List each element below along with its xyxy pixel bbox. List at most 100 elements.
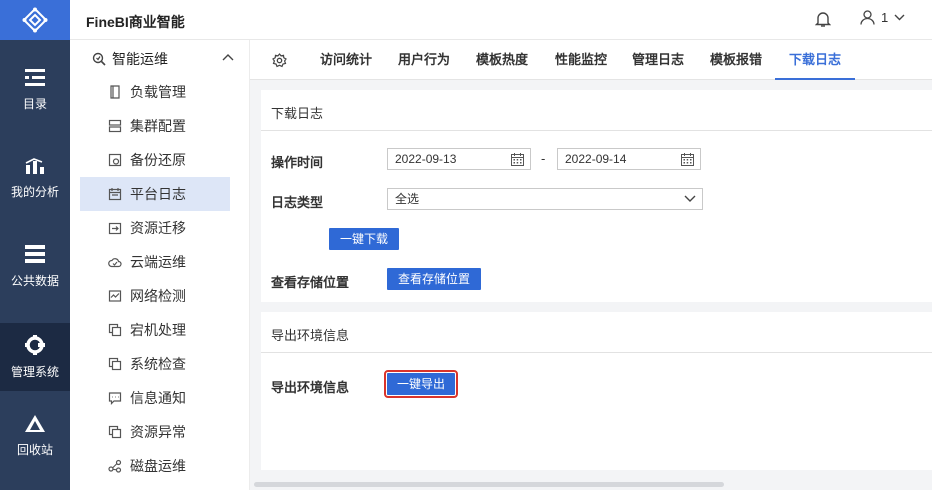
left-rail: 目录 我的分析 公共数据 管理系统 回收站 [0,0,70,490]
user-icon [860,10,875,25]
copy-icon [108,425,122,439]
tab-download-log[interactable]: 下载日志 [775,40,855,80]
subnav-label: 平台日志 [130,186,186,202]
export-env-card: 导出环境信息 导出环境信息 一键导出 [261,312,932,470]
divider [261,130,932,131]
directory-icon [25,68,45,86]
one-click-export-button[interactable]: 一键导出 [384,370,458,398]
subnav-item-resource-error[interactable]: 资源异常 [80,415,230,449]
copy-icon [108,357,122,371]
subnav-label: 资源迁移 [130,220,186,236]
subnav-item-load[interactable]: 负载管理 [80,75,230,109]
database-icon [25,244,45,263]
download-log-title: 下载日志 [271,106,324,121]
storage-location-label: 查看存储位置 [271,275,350,290]
tab-performance[interactable]: 性能监控 [545,40,617,80]
end-date-value: 2022-09-14 [565,152,627,166]
user-menu[interactable]: 1 [860,10,905,25]
top-header: FineBI商业智能 1 [70,0,932,40]
secondary-nav: 智能运维 负载管理 集群配置 备份还原 平台日志 资源迁移 云端运维 网络检测 … [70,40,250,490]
export-env-label: 导出环境信息 [271,380,350,395]
start-date-value: 2022-09-13 [395,152,457,166]
download-log-card: 下载日志 操作时间 2022-09-13 - 2022-09-14 日志类型 全… [261,90,932,302]
calendar-icon[interactable] [511,153,524,166]
document-icon [110,85,120,99]
finebi-logo[interactable] [0,0,70,40]
subnav-label: 信息通知 [130,390,186,406]
subnav-label: 系统检查 [130,356,186,372]
cloud-icon [108,258,122,268]
subnav-label: 磁盘运维 [130,458,186,474]
rail-label: 我的分析 [10,184,59,199]
message-icon [108,392,122,405]
notification-bell-icon[interactable] [814,11,832,31]
subnav-item-cluster[interactable]: 集群配置 [80,109,230,143]
tab-user-behavior[interactable]: 用户行为 [388,40,460,80]
tab-bar: 访问统计 用户行为 模板热度 性能监控 管理日志 模板报错 下载日志 [250,40,932,80]
subnav-item-backup[interactable]: 备份还原 [80,143,230,177]
server-icon [108,119,122,133]
subnav-label: 宕机处理 [130,322,186,338]
rail-label: 目录 [22,96,47,111]
nav-group-label: 智能运维 [112,51,168,67]
rail-item-public-data[interactable]: 公共数据 [0,232,70,300]
horizontal-scrollbar[interactable] [254,482,724,487]
date-separator: - [541,151,546,166]
system-gear-icon [25,334,45,355]
subnav-item-disk[interactable]: 磁盘运维 [80,449,230,483]
backup-icon [108,153,122,167]
analysis-icon [25,157,44,174]
rail-item-recycle[interactable]: 回收站 [0,402,70,470]
chevron-down-icon [684,195,696,202]
disk-nodes-icon [108,459,122,473]
subnav-item-notify[interactable]: 信息通知 [80,381,230,415]
subnav-item-cloud[interactable]: 云端运维 [80,245,230,279]
op-time-label: 操作时间 [271,155,324,170]
nav-group-ops[interactable]: 智能运维 [80,40,240,78]
tab-admin-log[interactable]: 管理日志 [622,40,694,80]
subnav-item-platform-log[interactable]: 平台日志 [80,177,230,211]
start-date-input[interactable]: 2022-09-13 [387,148,531,170]
subnav-label: 集群配置 [130,118,186,134]
tab-visit-stats[interactable]: 访问统计 [310,40,382,80]
subnav-label: 云端运维 [130,254,186,270]
log-type-label: 日志类型 [271,195,324,210]
calendar-icon [108,188,122,201]
main-content: 访问统计 用户行为 模板热度 性能监控 管理日志 模板报错 下载日志 下载日志 … [250,40,932,490]
ops-icon [92,52,106,66]
subnav-label: 网络检测 [130,288,186,304]
end-date-input[interactable]: 2022-09-14 [557,148,701,170]
subnav-item-crash[interactable]: 宕机处理 [80,313,230,347]
rail-label: 回收站 [16,442,53,457]
subnav-label: 负载管理 [130,84,186,100]
one-click-download-button[interactable]: 一键下载 [329,228,399,250]
log-type-select[interactable]: 全选 [387,188,703,210]
subnav-item-migration[interactable]: 资源迁移 [80,211,230,245]
divider [261,352,932,353]
rail-item-analysis[interactable]: 我的分析 [0,144,70,212]
tab-settings-gear-icon[interactable] [272,53,287,71]
export-env-title: 导出环境信息 [271,328,350,343]
calendar-icon[interactable] [681,153,694,166]
rail-item-directory[interactable]: 目录 [0,56,70,124]
tab-template-heat[interactable]: 模板热度 [466,40,538,80]
log-type-value: 全选 [395,192,420,206]
subnav-item-system-check[interactable]: 系统检查 [80,347,230,381]
rail-item-system[interactable]: 管理系统 [0,323,70,391]
chevron-up-icon [222,54,234,61]
chevron-down-icon [894,14,905,21]
tab-template-error[interactable]: 模板报错 [700,40,772,80]
subnav-label: 备份还原 [130,152,186,168]
rail-label: 公共数据 [10,273,59,288]
app-title: FineBI商业智能 [86,14,185,30]
logo-icon [22,7,48,33]
network-icon [108,290,122,302]
recycle-icon [25,414,45,432]
subnav-item-network[interactable]: 网络检测 [80,279,230,313]
subnav-label: 资源异常 [130,424,186,440]
view-storage-button[interactable]: 查看存储位置 [387,268,481,290]
user-name: 1 [881,10,889,25]
rail-label: 管理系统 [10,364,59,379]
copy-icon [108,323,122,337]
migrate-icon [108,222,122,235]
